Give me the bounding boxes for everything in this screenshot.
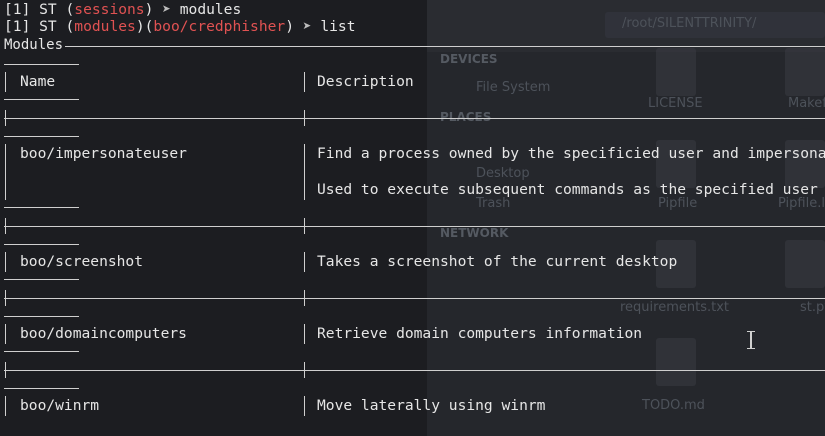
command-text: modules xyxy=(170,1,242,18)
terminal-line-1: [1] ST (sessions) ➤ modules xyxy=(4,1,242,18)
table-divider xyxy=(5,290,6,306)
table-divider xyxy=(304,362,305,378)
table-divider xyxy=(5,72,6,92)
table-divider xyxy=(304,290,305,306)
table-divider xyxy=(304,252,305,272)
prompt-arrow-icon: ➤ xyxy=(302,18,312,35)
table-separator xyxy=(4,118,825,119)
prompt-context: sessions xyxy=(74,1,145,18)
table-divider xyxy=(5,324,6,344)
table-separator xyxy=(4,370,825,371)
module-description: Takes a screenshot of the current deskto… xyxy=(317,253,678,270)
text-cursor-icon xyxy=(747,331,755,349)
module-description: Retrieve domain computers information xyxy=(317,325,643,342)
table-divider xyxy=(4,351,79,352)
table-divider xyxy=(4,244,79,245)
table-divider xyxy=(304,110,305,126)
table-title: Modules xyxy=(4,37,66,54)
table-divider xyxy=(304,144,305,200)
terminal-line-2: [1] ST (modules)(boo/credphisher) ➤ list xyxy=(4,18,356,35)
prompt-context: boo/credphisher xyxy=(153,18,286,35)
table-divider xyxy=(5,362,6,378)
table-divider xyxy=(5,396,6,416)
module-description: Used to execute subsequent commands as t… xyxy=(317,181,818,198)
module-name: boo/impersonateuser xyxy=(20,145,187,162)
prompt-context: modules xyxy=(74,18,136,35)
table-divider xyxy=(4,316,79,317)
table-divider xyxy=(5,218,6,234)
terminal[interactable]: [1] ST (sessions) ➤ modules [1] ST (modu… xyxy=(0,0,825,436)
table-separator xyxy=(4,226,825,227)
table-divider xyxy=(304,218,305,234)
table-divider xyxy=(4,99,79,100)
table-divider xyxy=(5,144,6,200)
module-name: boo/screenshot xyxy=(20,253,144,270)
command-text: list xyxy=(311,18,356,35)
table-divider xyxy=(5,110,6,126)
column-header-description: Description xyxy=(317,73,414,90)
prompt-arrow-icon: ➤ xyxy=(162,1,171,18)
module-description: Move laterally using winrm xyxy=(317,397,546,414)
column-header-name: Name xyxy=(20,73,56,90)
table-divider xyxy=(4,136,79,137)
table-divider xyxy=(4,64,79,65)
table-separator xyxy=(4,298,825,299)
table-border xyxy=(4,46,825,47)
module-name: boo/domaincomputers xyxy=(20,325,187,342)
module-description: Find a process owned by the specificied … xyxy=(317,145,825,162)
module-name: boo/winrm xyxy=(20,397,100,414)
table-divider xyxy=(304,324,305,344)
table-divider xyxy=(4,388,79,389)
table-divider xyxy=(5,252,6,272)
table-divider xyxy=(304,396,305,416)
table-divider xyxy=(304,72,305,92)
table-divider xyxy=(4,279,79,280)
table-divider xyxy=(4,207,79,208)
